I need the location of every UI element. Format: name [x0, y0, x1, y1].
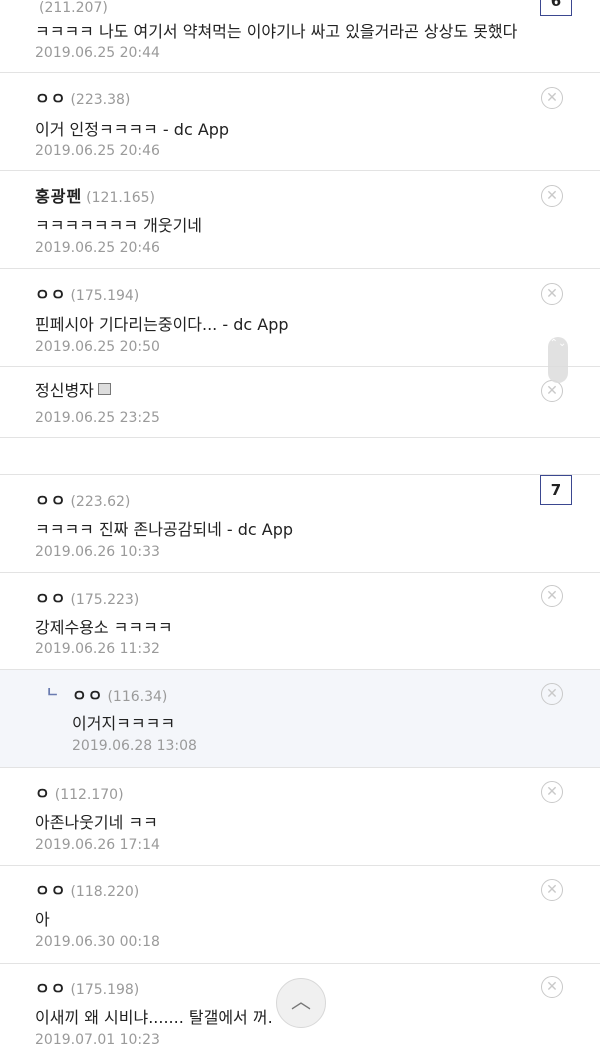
comment-date: 2019.07.01 10:23 [35, 1032, 160, 1048]
comment-date: 2019.06.26 10:33 [35, 544, 160, 560]
comment-text: 이거지ㅋㅋㅋㅋ [72, 714, 176, 733]
close-circle-icon[interactable]: ✕ [541, 380, 563, 402]
comment-meta: ㅇㅇ (175.194) [35, 281, 139, 305]
comment-ip: (118.220) [70, 884, 140, 900]
comment-nickname[interactable]: ㅇㅇ [72, 686, 103, 705]
comment-ip: (121.165) [86, 190, 155, 206]
comment-date: 2019.06.28 13:08 [72, 738, 197, 754]
chevron-up-icon: ︿ [291, 989, 311, 1013]
comment-meta: 홍광펜 (121.165) [35, 183, 155, 207]
comment-item: 정신병자 2019.06.25 23:25 ✕ [0, 367, 600, 438]
comment-date: 2019.06.26 11:32 [35, 641, 160, 657]
comment-meta: ㅇㅇ (223.62) [35, 487, 130, 511]
close-circle-icon[interactable]: ✕ [541, 283, 563, 305]
comment-item: ㅇㅇ (118.220) 아 2019.06.30 00:18 ✕ [0, 866, 600, 964]
comment-nickname[interactable]: ㅇㅇ [35, 89, 66, 108]
comment-ip: (116.34) [107, 689, 168, 705]
comment-date: 2019.06.26 17:14 [35, 837, 160, 853]
scroll-to-top-button[interactable]: ︿ [276, 978, 326, 1028]
comment-item: 홍광펜 (121.165) ㅋㅋㅋㅋㅋㅋㅋ 개웃기네 2019.06.25 20:… [0, 171, 600, 269]
comment-text: 이거 인정ㅋㅋㅋㅋ - dc App [35, 120, 230, 139]
comment-date: 2019.06.30 00:18 [35, 934, 160, 950]
scrollbar-handle[interactable]: ⌃⌄ [548, 337, 568, 383]
comment-meta: (211.207) [35, 0, 108, 16]
comment-date: 2019.06.25 20:50 [35, 339, 160, 355]
close-circle-icon[interactable]: ✕ [541, 585, 563, 607]
comment-text: ㅋㅋㅋㅋ 진짜 존나공감되네 - dc App [35, 520, 294, 539]
comment-meta: ㅇㅇ (175.198) [35, 975, 139, 999]
memo-icon [97, 383, 111, 395]
comment-item: ㅇㅇ (175.194) 핀페시아 기다리는중이다... - dc App 201… [0, 269, 600, 367]
comment-ip: (175.194) [70, 288, 140, 304]
close-circle-icon[interactable]: ✕ [541, 683, 563, 705]
page-gap [0, 438, 600, 475]
close-circle-icon[interactable]: ✕ [541, 879, 563, 901]
comment-ip: (223.38) [70, 92, 131, 108]
comment-text: ㅋㅋㅋㅋㅋㅋㅋ 개웃기네 [35, 216, 203, 235]
comment-meta: ㅇㅇ (116.34) [72, 682, 167, 706]
comment-nickname[interactable]: ㅇㅇ [35, 491, 66, 510]
reply-indicator: ㄴ [46, 685, 59, 701]
comment-nickname[interactable]: 홍광펜 [35, 187, 82, 206]
comment-nickname[interactable]: ㅇㅇ [35, 881, 66, 900]
close-circle-icon[interactable]: ✕ [541, 781, 563, 803]
comment-date: 2019.06.25 20:46 [35, 240, 160, 256]
comment-meta: 정신병자 [35, 377, 111, 401]
close-circle-icon[interactable]: ✕ [541, 185, 563, 207]
reply-item: ㄴ ㅇㅇ (116.34) 이거지ㅋㅋㅋㅋ 2019.06.28 13:08 ✕ [0, 670, 600, 768]
page-number-badge: 7 [540, 475, 572, 505]
comment-ip: (112.170) [54, 787, 124, 803]
close-circle-icon[interactable]: ✕ [541, 87, 563, 109]
comment-text: 핀페시아 기다리는중이다... - dc App [35, 315, 289, 334]
comment-nickname[interactable]: ㅇ [35, 784, 51, 803]
close-circle-icon[interactable]: ✕ [541, 976, 563, 998]
comment-ip: (223.62) [70, 494, 131, 510]
comment-item: ㅇ (112.170) 아존나웃기네 ㅋㅋ 2019.06.26 17:14 ✕ [0, 768, 600, 866]
comment-meta: ㅇㅇ (118.220) [35, 877, 139, 901]
comment-ip: (175.223) [70, 592, 140, 608]
comment-nickname[interactable]: ㅇㅇ [35, 589, 66, 608]
comment-nickname[interactable]: ㅇㅇ [35, 979, 66, 998]
comment-item: ㅇㅇ (223.38) 이거 인정ㅋㅋㅋㅋ - dc App 2019.06.25… [0, 73, 600, 171]
comment-nickname[interactable]: 정신병자 [35, 381, 94, 400]
comment-meta: ㅇㅇ (175.223) [35, 585, 139, 609]
comment-item: ㅇㅇ (223.62) ㅋㅋㅋㅋ 진짜 존나공감되네 - dc App 2019.… [0, 475, 600, 573]
comment-text: 이새끼 왜 시비냐....... 탈갤에서 꺼. [35, 1008, 273, 1027]
comment-ip: (211.207) [39, 0, 108, 16]
comment-nickname[interactable]: ㅇㅇ [35, 285, 66, 304]
page-number-badge: 6 [540, 0, 572, 16]
comment-item: (211.207) ㅋㅋㅋㅋ 나도 여기서 약쳐먹는 이야기나 싸고 있을거라곤… [0, 0, 600, 73]
comment-item: ㅇㅇ (175.223) 강제수용소 ㅋㅋㅋㅋ 2019.06.26 11:32 … [0, 573, 600, 670]
comment-text: 아존나웃기네 ㅋㅋ [35, 813, 158, 832]
comment-date: 2019.06.25 23:25 [35, 410, 160, 426]
comment-date: 2019.06.25 20:44 [35, 45, 160, 61]
comment-meta: ㅇ (112.170) [35, 780, 124, 804]
comment-date: 2019.06.25 20:46 [35, 143, 160, 159]
comment-text: ㅋㅋㅋㅋ 나도 여기서 약쳐먹는 이야기나 싸고 있을거라곤 상상도 못했다 [35, 22, 518, 41]
comment-text: 아 [35, 910, 50, 929]
comment-meta: ㅇㅇ (223.38) [35, 85, 130, 109]
comment-text: 강제수용소 ㅋㅋㅋㅋ [35, 618, 173, 637]
comment-ip: (175.198) [70, 982, 140, 998]
